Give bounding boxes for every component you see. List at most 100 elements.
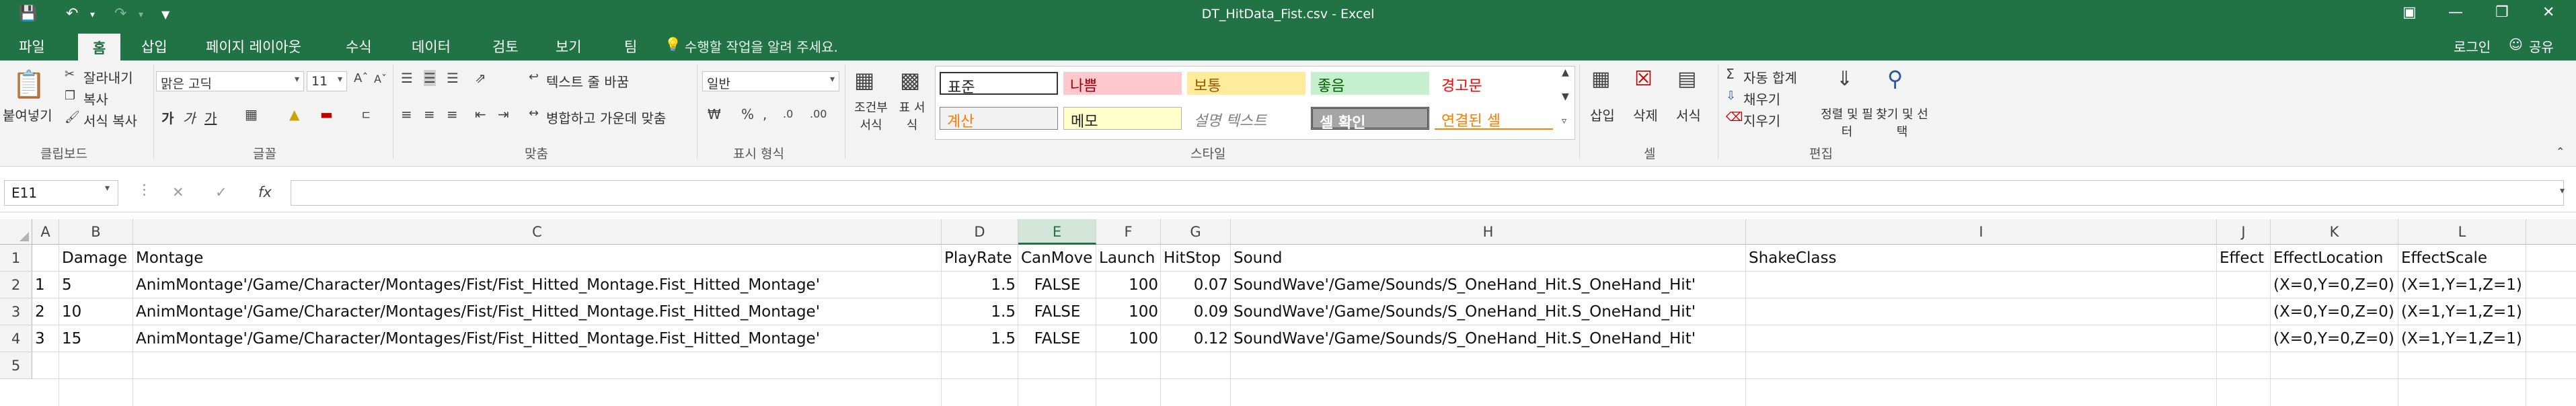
align-middle-icon[interactable]: ☰ [424, 70, 436, 86]
underline-button[interactable]: 가 [204, 108, 217, 127]
cell-b1[interactable]: Damage [59, 245, 130, 272]
cell-l4[interactable]: (X=1,Y=1,Z=1) [2398, 325, 2525, 352]
fill-button[interactable]: 채우기 [1743, 89, 1780, 108]
cell-f2[interactable]: 100 [1096, 272, 1161, 298]
login-link[interactable]: 로그인 [2454, 36, 2491, 56]
increase-decimal-icon[interactable]: .0 [783, 108, 793, 120]
sort-filter-button[interactable]: 정렬 및 필터 [1820, 105, 1874, 140]
clear-button[interactable]: 지우기 [1743, 110, 1780, 130]
tab-data[interactable]: 데이터 [412, 36, 451, 56]
style-normal[interactable]: 표준 [940, 72, 1058, 96]
tab-file[interactable]: 파일 [19, 36, 45, 56]
insert-function-icon[interactable]: fx [258, 184, 272, 200]
font-color-icon[interactable]: ▬ [320, 106, 333, 122]
decrease-decimal-icon[interactable]: .00 [810, 108, 827, 120]
cell-c2[interactable]: AnimMontage'/Game/Character/Montages/Fis… [133, 272, 823, 298]
number-format-combo[interactable]: 일반 ▾ [702, 71, 839, 91]
tab-home[interactable]: 홈 [78, 34, 121, 60]
column-header-b[interactable]: B [59, 219, 133, 245]
minimize-icon[interactable]: — [2448, 4, 2463, 21]
row-header-3[interactable]: 3 [0, 298, 32, 325]
style-note[interactable]: 메모 [1063, 107, 1182, 130]
insert-cells-button[interactable]: 삽입 [1590, 105, 1615, 124]
select-all-corner[interactable] [0, 219, 32, 245]
font-name-combo[interactable]: 맑은 고딕 ▾ [156, 71, 304, 91]
column-header-l[interactable]: L [2398, 219, 2526, 245]
cell-e4[interactable]: FALSE [1018, 325, 1096, 352]
cell-h2[interactable]: SoundWave'/Game/Sounds/S_OneHand_Hit.S_O… [1231, 272, 1698, 298]
name-box-dropdown-icon[interactable]: ▾ [105, 183, 110, 194]
cell-g2[interactable]: 0.07 [1161, 272, 1231, 298]
paste-button[interactable]: 붙여넣기 [3, 105, 52, 124]
column-header-f[interactable]: F [1096, 219, 1161, 245]
cell-h1[interactable]: Sound [1231, 245, 1285, 272]
style-bad[interactable]: 나쁨 [1063, 72, 1182, 95]
paste-icon[interactable]: 📋 [12, 69, 46, 100]
cell-g1[interactable]: HitStop [1161, 245, 1223, 272]
bold-button[interactable]: 가 [161, 108, 174, 127]
grow-font-icon[interactable]: Aˆ [354, 71, 368, 85]
align-left-icon[interactable]: ≡ [401, 106, 412, 122]
cell-a3[interactable]: 2 [32, 298, 48, 325]
tab-review[interactable]: 검토 [492, 36, 519, 56]
percent-icon[interactable]: % [741, 106, 754, 122]
tab-page-layout[interactable]: 페이지 레이아웃 [206, 36, 301, 56]
cell-b4[interactable]: 15 [59, 325, 84, 352]
cell-g4[interactable]: 0.12 [1161, 325, 1231, 352]
column-header-g[interactable]: G [1161, 219, 1231, 245]
cell-d2[interactable]: 1.5 [942, 272, 1018, 298]
comma-style-icon[interactable]: , [763, 106, 767, 122]
column-header-i[interactable]: I [1746, 219, 2217, 245]
format-as-table-button[interactable]: 표 서식 [897, 98, 927, 133]
decrease-indent-icon[interactable]: ⇤ [475, 106, 486, 122]
cell-c1[interactable]: Montage [133, 245, 206, 272]
cell-e1[interactable]: CanMove [1018, 245, 1095, 272]
cell-e3[interactable]: FALSE [1018, 298, 1096, 325]
cell-h3[interactable]: SoundWave'/Game/Sounds/S_OneHand_Hit.S_O… [1231, 298, 1698, 325]
cell-j1[interactable]: Effect [2217, 245, 2267, 272]
cell-l1[interactable]: EffectScale [2398, 245, 2490, 272]
border-icon[interactable]: ▦ [245, 106, 258, 122]
expand-formula-icon[interactable]: ▾ [2560, 186, 2565, 196]
worksheet-grid[interactable]: ABCDEFGHIJKLM12345DamageMontagePlayRateC… [0, 219, 2576, 406]
gallery-scroll-down-icon[interactable]: ▼ [1562, 91, 1569, 102]
accounting-format-icon[interactable]: ₩ [708, 106, 721, 122]
style-neutral[interactable]: 보통 [1187, 72, 1305, 95]
copy-button[interactable]: 복사 [83, 89, 108, 108]
tell-me-box[interactable]: 수행할 작업을 알려 주세요. [685, 36, 838, 56]
cell-f4[interactable]: 100 [1096, 325, 1161, 352]
row-header-2[interactable]: 2 [0, 272, 32, 298]
fill-color-icon[interactable]: ▲ [289, 106, 299, 122]
italic-button[interactable]: 가 [183, 108, 195, 127]
style-explanatory[interactable]: 설명 텍스트 [1187, 107, 1305, 130]
cell-a2[interactable]: 1 [32, 272, 48, 298]
gallery-scroll-up-icon[interactable]: ▲ [1562, 67, 1569, 78]
tab-team[interactable]: 팀 [624, 36, 637, 56]
style-warning[interactable]: 경고문 [1435, 72, 1553, 95]
phonetic-icon[interactable]: ㄷ [361, 106, 372, 124]
column-header-a[interactable]: A [32, 219, 59, 245]
formula-input[interactable] [291, 180, 2564, 206]
column-header-e[interactable]: E [1018, 219, 1096, 245]
column-header-k[interactable]: K [2271, 219, 2398, 245]
cell-l2[interactable]: (X=1,Y=1,Z=1) [2398, 272, 2525, 298]
style-calculation[interactable]: 계산 [940, 107, 1058, 130]
cell-l3[interactable]: (X=1,Y=1,Z=1) [2398, 298, 2525, 325]
column-header-j[interactable]: J [2217, 219, 2271, 245]
style-good[interactable]: 좋음 [1311, 72, 1429, 95]
font-size-combo[interactable]: 11 ▾ [307, 71, 347, 91]
style-check-cell[interactable]: 셀 확인 [1311, 107, 1429, 132]
cell-f3[interactable]: 100 [1096, 298, 1161, 325]
enter-icon[interactable]: ✓ [215, 184, 227, 200]
row-header-5[interactable]: 5 [0, 352, 32, 379]
cell-d4[interactable]: 1.5 [942, 325, 1018, 352]
cell-f1[interactable]: Launch [1096, 245, 1158, 272]
shrink-font-icon[interactable]: Aˇ [374, 73, 387, 85]
conditional-format-button[interactable]: 조건부 서식 [849, 98, 893, 133]
align-bottom-icon[interactable]: ☰ [447, 70, 459, 86]
wrap-text-button[interactable]: 텍스트 줄 바꿈 [546, 71, 629, 91]
cell-c4[interactable]: AnimMontage'/Game/Character/Montages/Fis… [133, 325, 823, 352]
cell-h4[interactable]: SoundWave'/Game/Sounds/S_OneHand_Hit.S_O… [1231, 325, 1698, 352]
cell-k3[interactable]: (X=0,Y=0,Z=0) [2271, 298, 2397, 325]
name-box[interactable]: E11 [4, 180, 118, 206]
